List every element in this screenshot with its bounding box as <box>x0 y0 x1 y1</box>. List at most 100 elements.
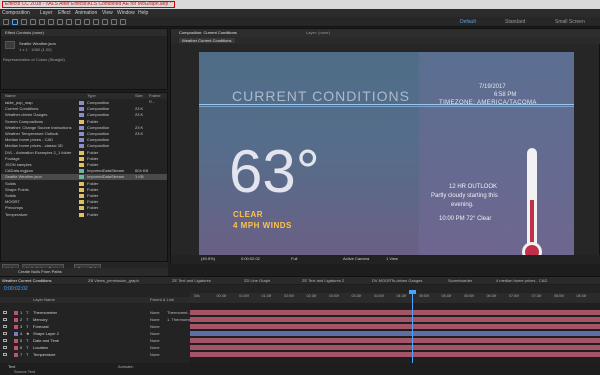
workspace-standard[interactable]: Standard <box>505 19 525 25</box>
layer-row[interactable]: T 3 Forecast None <box>0 324 190 330</box>
type-tool-icon[interactable] <box>84 19 90 25</box>
label-color-swatch[interactable] <box>79 163 84 167</box>
project-col-size[interactable]: Size <box>135 93 143 99</box>
visibility-eye-icon[interactable] <box>3 339 7 342</box>
timeline-tab-7[interactable]: Scoreboarder <box>448 278 472 283</box>
project-item[interactable]: Screen Compositions Folder <box>1 119 167 125</box>
timeline-tab-5[interactable]: ZE Text and Ligatures 2 <box>302 278 344 283</box>
workspace-small-screen[interactable]: Small Screen <box>555 19 585 25</box>
visibility-eye-icon[interactable] <box>3 346 7 349</box>
layer-row[interactable]: T 5 Date and Time None <box>0 338 190 344</box>
visibility-eye-icon[interactable] <box>3 325 7 328</box>
timeline-tab-3[interactable]: ZE Text and Ligatures <box>172 278 211 283</box>
animate-menu[interactable]: Animate: <box>118 364 134 369</box>
clone-stamp-tool-icon[interactable] <box>102 19 108 25</box>
layer-row[interactable]: T 2 Mercury None 1. Thermomet... <box>0 317 195 323</box>
menu-effect[interactable]: Effect <box>58 10 71 16</box>
label-color-swatch[interactable] <box>79 194 84 198</box>
time-ruler[interactable]: 00s 00:15f 01:00f 01:15f 02:00f 02:15f 03:00f 0… <box>190 293 600 303</box>
layer-bar[interactable] <box>190 331 600 336</box>
timeline-tab-2[interactable]: ZB Views_permission_graph <box>88 278 139 283</box>
source-text-label[interactable]: Source Text <box>14 369 35 374</box>
layer-label-swatch[interactable] <box>14 339 18 343</box>
label-color-swatch[interactable] <box>79 125 84 130</box>
layer-row[interactable]: T 6 Location None <box>0 345 190 351</box>
pan-behind-tool-icon[interactable] <box>57 19 63 25</box>
selection-tool-icon[interactable] <box>12 19 18 25</box>
layer-bar[interactable] <box>190 324 600 329</box>
eraser-tool-icon[interactable] <box>111 19 117 25</box>
menu-animation[interactable]: Animation <box>75 10 97 16</box>
layer-bar[interactable] <box>190 338 600 343</box>
timeline-tab-8[interactable]: 4 median home prices - CAD <box>496 278 547 283</box>
project-item[interactable]: Shape Points Folder <box>1 187 167 193</box>
layer-label-swatch[interactable] <box>14 325 18 329</box>
views-dropdown[interactable]: 1 View <box>386 256 398 261</box>
label-color-swatch[interactable] <box>79 156 84 161</box>
label-color-swatch[interactable] <box>79 181 84 186</box>
visibility-eye-icon[interactable] <box>3 318 7 321</box>
timeline-tab-4[interactable]: ZD Line Graph <box>244 278 270 283</box>
label-color-swatch[interactable] <box>79 107 84 112</box>
timeline-tab-6[interactable]: DV MOGRTs-driven Gauges <box>372 278 422 283</box>
layer-bar[interactable] <box>190 317 600 322</box>
layer-bar[interactable] <box>190 345 600 350</box>
effect-controls-tab[interactable]: Effect Controls (none) <box>5 30 44 35</box>
label-color-swatch[interactable] <box>79 169 84 174</box>
viewer-timecode[interactable]: 0:00:02:02 <box>241 256 260 261</box>
project-col-name[interactable]: Name <box>5 93 16 99</box>
resolution-dropdown[interactable]: Full <box>291 256 297 261</box>
puppet-tool-icon[interactable] <box>120 19 126 25</box>
hand-tool-icon[interactable] <box>21 19 27 25</box>
layer-label-swatch[interactable] <box>14 353 18 357</box>
layer-label-swatch[interactable] <box>14 346 18 350</box>
layer-label-swatch[interactable] <box>14 311 18 315</box>
project-item[interactable]: Solids Folder <box>1 181 167 187</box>
menu-window[interactable]: Window <box>117 10 135 16</box>
composition-tab[interactable]: Composition: Current Conditions <box>179 30 237 35</box>
project-item[interactable]: Weather Temperature Outlook Composition 23… <box>1 131 167 137</box>
layer-parent[interactable]: None <box>150 324 160 330</box>
shape-tool-icon[interactable] <box>66 19 72 25</box>
project-item[interactable]: CAData.mgjson ImportedDataStream 604 KB <box>1 168 167 174</box>
project-item[interactable]: Precomps Folder <box>1 205 167 211</box>
menu-view[interactable]: View <box>102 10 113 16</box>
project-item[interactable]: MOGRT Folder <box>1 199 167 205</box>
project-item[interactable]: Median home prices - classic 3D Compositi… <box>1 143 167 149</box>
layer-tab[interactable]: Layer: (none) <box>306 30 330 35</box>
composition-canvas[interactable]: CURRENT CONDITIONS 7/19/2017 6:58 PM TIM… <box>199 52 574 262</box>
project-item[interactable]: table_pop_map Composition <box>1 100 167 106</box>
layer-row[interactable]: T 1 Thermometer None Thermomet... <box>0 310 191 316</box>
label-color-swatch[interactable] <box>79 150 84 155</box>
menu-layer[interactable]: Layer <box>40 10 53 16</box>
create-nulls-tab[interactable]: Create Nulls From Paths <box>18 269 62 274</box>
comp-subtab[interactable]: Weather Current Conditions <box>179 38 235 43</box>
home-tool-icon[interactable] <box>3 19 9 25</box>
label-color-swatch[interactable] <box>79 113 84 118</box>
visibility-eye-icon[interactable] <box>3 311 7 314</box>
layer-row[interactable]: T 7 Temperature None <box>0 352 190 358</box>
project-item[interactable]: Footage Folder <box>1 156 167 162</box>
label-color-swatch[interactable] <box>79 175 84 180</box>
project-item[interactable]: Seattle Weather.json ImportedDataStream 1 … <box>1 174 167 181</box>
rotate-tool-icon[interactable] <box>39 19 45 25</box>
label-color-swatch[interactable] <box>79 187 84 192</box>
layer-row[interactable]: ★ 4 Shape Layer 2 None <box>0 331 190 337</box>
playhead-line[interactable] <box>412 290 413 365</box>
layer-parent[interactable]: None <box>150 345 160 351</box>
label-color-swatch[interactable] <box>79 138 84 143</box>
project-item[interactable]: Temperature Folder <box>1 212 167 218</box>
project-item[interactable]: Weather: Change Source Instructions Compo… <box>1 125 167 131</box>
brush-tool-icon[interactable] <box>93 19 99 25</box>
zoom-tool-icon[interactable] <box>30 19 36 25</box>
menu-help[interactable]: Help <box>138 10 148 16</box>
layer-parent[interactable]: None <box>150 338 160 344</box>
project-item[interactable]: Current Conditions Composition 23 K <box>1 106 167 112</box>
project-item[interactable]: DVL - Animation Examples 2_1 folder Folde… <box>1 150 167 156</box>
label-color-swatch[interactable] <box>79 132 84 136</box>
layer-label-swatch[interactable] <box>14 332 18 336</box>
label-color-swatch[interactable] <box>79 206 84 211</box>
pen-tool-icon[interactable] <box>75 19 81 25</box>
camera-dropdown[interactable]: Active Camera <box>343 256 369 261</box>
label-color-swatch[interactable] <box>79 144 84 149</box>
